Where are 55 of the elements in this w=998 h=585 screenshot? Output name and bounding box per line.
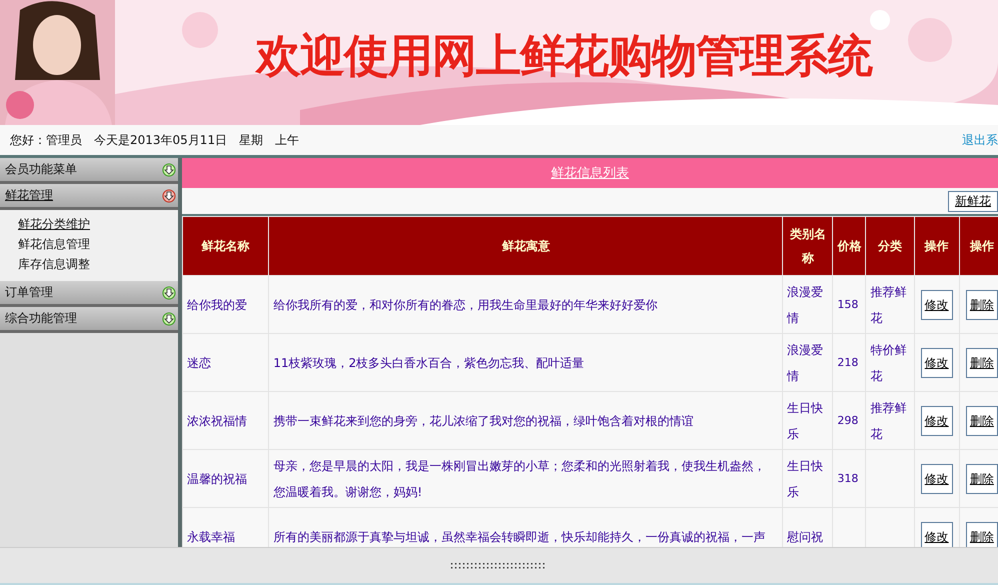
type-text: 推荐鲜花 xyxy=(870,400,906,440)
edit-button[interactable]: 修改 xyxy=(920,290,953,320)
category-text: 生日快乐 xyxy=(787,458,824,498)
menu-item[interactable]: 鲜花信息管理 xyxy=(18,236,90,253)
banner-title: 欢迎使用网上鲜花购物管理系统 xyxy=(256,28,872,84)
delete-button[interactable]: 删除 xyxy=(966,522,998,547)
column-header: 类别名称 xyxy=(782,216,833,276)
price-text: 218 xyxy=(837,356,858,368)
delete-button[interactable]: 删除 xyxy=(966,406,998,436)
menu-item[interactable]: 库存信息调整 xyxy=(18,256,90,273)
table-cell: 母亲，您是早晨的太阳，我是一株刚冒出嫩芽的小草；您柔和的光照射着我，使我生机盎然，您温暖着我。谢谢您，妈妈! xyxy=(268,450,783,508)
price-text: 318 xyxy=(837,472,858,484)
edit-button[interactable]: 修改 xyxy=(920,522,953,547)
arrow-down-icon xyxy=(162,286,176,300)
period-text: 上午 xyxy=(275,132,300,148)
greeting-text: 您好：管理员 xyxy=(10,132,82,148)
type-text: 推荐鲜花 xyxy=(870,284,906,324)
category-text: 生日快乐 xyxy=(787,400,824,440)
category-text: 浪漫爱情 xyxy=(787,342,824,382)
arrow-down-icon xyxy=(162,188,176,202)
column-header: 鲜花寓意 xyxy=(268,216,783,276)
table-cell: 11枝紫玫瑰，2枝多头白香水百合，紫色勿忘我、配叶适量 xyxy=(268,334,783,392)
menu-header[interactable]: 订单管理 xyxy=(0,281,178,307)
edit-button[interactable]: 修改 xyxy=(920,464,953,494)
column-header: 价格 xyxy=(832,216,866,276)
column-header: 分类 xyxy=(866,216,914,276)
category-text: 浪漫爱情 xyxy=(787,284,824,324)
add-flower-button[interactable]: 新鲜花 xyxy=(948,190,998,212)
weekday-text: 星期 xyxy=(239,132,264,148)
price-text: 298 xyxy=(837,414,858,426)
edit-button[interactable]: 修改 xyxy=(920,406,953,436)
price-text: 158 xyxy=(837,298,858,310)
table-cell: 浓浓祝福情 xyxy=(182,392,269,450)
menu-header[interactable]: 鲜花管理 xyxy=(0,184,178,210)
grip-icon[interactable] xyxy=(451,562,547,570)
delete-button[interactable]: 删除 xyxy=(966,290,998,320)
delete-button[interactable]: 删除 xyxy=(966,464,998,494)
table-cell: 给你我的爱 xyxy=(182,276,269,334)
column-header: 操作 xyxy=(959,216,998,276)
menu-header[interactable]: 综合功能管理 xyxy=(0,307,178,333)
arrow-down-icon xyxy=(162,312,176,326)
table-cell: 给你我所有的爱，和对你所有的眷恋，用我生命里最好的年华来好好爱你 xyxy=(268,276,783,334)
category-text: 慰问祝 xyxy=(787,530,824,544)
table-cell: 携带一束鲜花来到您的身旁，花儿浓缩了我对您的祝福，绿叶饱含着对根的情谊 xyxy=(268,392,783,450)
menu-item[interactable]: 鲜花分类维护 xyxy=(18,216,90,233)
table-cell: 迷恋 xyxy=(182,334,269,392)
column-header: 鲜花名称 xyxy=(182,216,269,276)
edit-button[interactable]: 修改 xyxy=(920,348,953,378)
arrow-down-icon xyxy=(162,162,176,176)
type-text: 特价鲜花 xyxy=(870,342,906,382)
column-header: 操作 xyxy=(914,216,960,276)
delete-button[interactable]: 删除 xyxy=(966,348,998,378)
date-text: 今天是2013年05月11日 xyxy=(94,132,228,148)
table-cell: 温馨的祝福 xyxy=(182,450,269,508)
menu-header[interactable]: 会员功能菜单 xyxy=(0,158,178,184)
